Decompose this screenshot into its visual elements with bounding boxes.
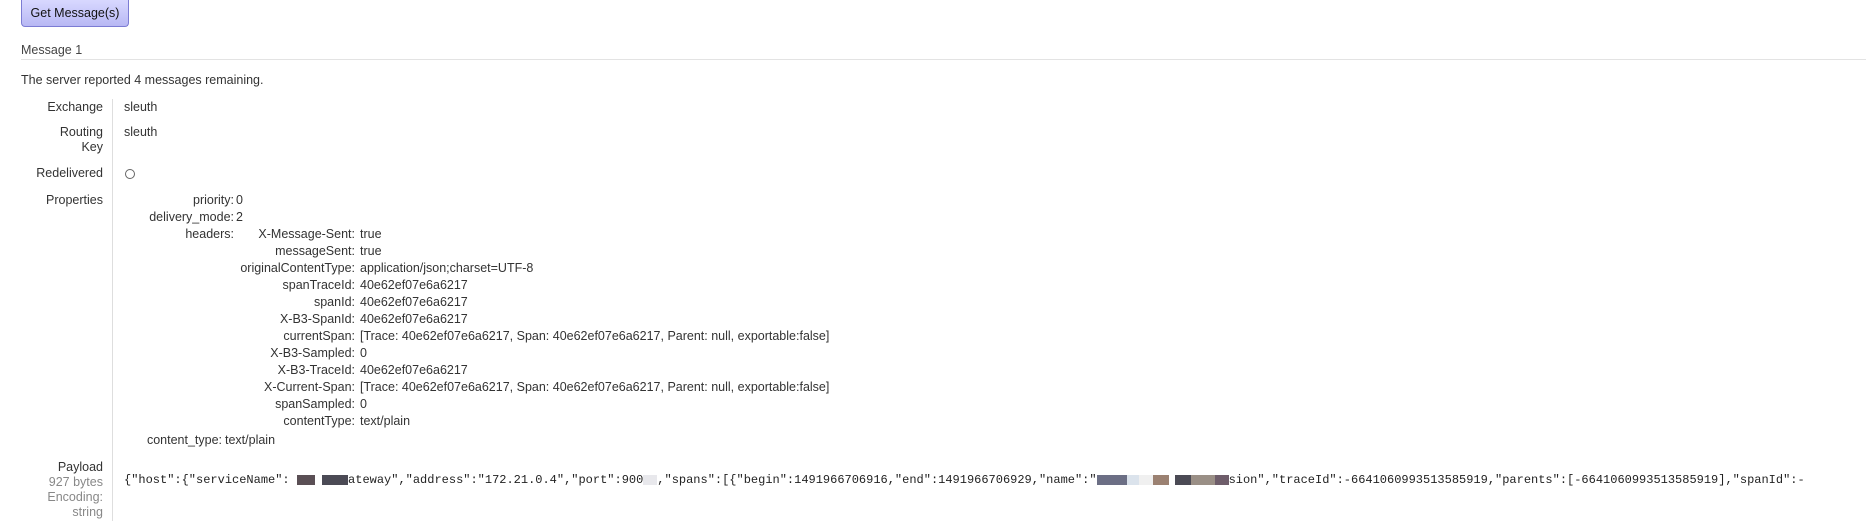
header-key: X-B3-TraceId: xyxy=(277,363,355,377)
header-key: currentSpan: xyxy=(283,329,355,343)
encoding-value: string xyxy=(72,505,103,519)
redelivered-label: Redelivered xyxy=(36,166,103,180)
payload-size: 927 bytes xyxy=(48,475,103,489)
properties-label: Properties xyxy=(46,193,103,207)
header-key: messageSent: xyxy=(275,244,355,258)
header-key: spanSampled: xyxy=(275,397,355,411)
payload-text: sion","traceId":-6641060993513585919,"pa… xyxy=(1228,473,1805,487)
get-messages-button[interactable]: Get Message(s) xyxy=(21,0,129,27)
redelivered-indicator xyxy=(125,169,135,179)
header-key: X-B3-Sampled: xyxy=(270,346,355,360)
header-value: 40e62ef07e6a6217 xyxy=(360,278,468,292)
header-key: X-Message-Sent: xyxy=(258,227,355,241)
messages-remaining-info: The server reported 4 messages remaining… xyxy=(21,73,264,87)
routing-key-value: sleuth xyxy=(124,125,158,139)
redacted-block xyxy=(1138,474,1153,485)
header-key: spanId: xyxy=(313,295,355,309)
payload-content: {"host":{"serviceName": ateway","address… xyxy=(124,473,1866,487)
header-value: [Trace: 40e62ef07e6a6217, Span: 40e62ef0… xyxy=(360,329,830,343)
header-value: application/json;charset=UTF-8 xyxy=(360,261,534,275)
payload-text: ateway","address":"172.21.0.4","port":90… xyxy=(348,473,644,487)
content-type-value: text/plain xyxy=(225,433,276,447)
header-value: 40e62ef07e6a6217 xyxy=(360,295,468,309)
exchange-value: sleuth xyxy=(124,100,158,114)
delivery-mode-value: 2 xyxy=(236,210,243,224)
header-value: 40e62ef07e6a6217 xyxy=(360,312,468,326)
header-key: contentType: xyxy=(283,414,355,428)
redacted-block xyxy=(1152,474,1169,485)
delivery-mode-key: delivery_mode: xyxy=(149,210,234,224)
label-column-divider xyxy=(112,99,113,521)
redacted-block xyxy=(1126,474,1139,485)
content-type-key: content_type: xyxy=(146,433,222,447)
redacted-block xyxy=(1096,474,1127,485)
priority-key: priority: xyxy=(193,193,234,207)
routing-key-label-line1: Routing xyxy=(59,125,103,139)
header-key: spanTraceId: xyxy=(282,278,356,292)
header-value: text/plain xyxy=(360,414,411,428)
header-value: 0 xyxy=(360,346,367,360)
payload-text: ,"spans":[{"begin":1491966706916,"end":1… xyxy=(657,473,1097,487)
redacted-block xyxy=(1174,474,1191,485)
divider xyxy=(21,59,1866,60)
exchange-label: Exchange xyxy=(47,100,103,114)
headers-key: headers: xyxy=(185,227,234,241)
header-value: [Trace: 40e62ef07e6a6217, Span: 40e62ef0… xyxy=(360,380,830,394)
header-value: 40e62ef07e6a6217 xyxy=(360,363,468,377)
header-key: originalContentType: xyxy=(240,261,355,275)
payload-label: Payload xyxy=(57,460,103,474)
payload-text: {"host":{"serviceName": xyxy=(124,473,290,487)
header-key: X-B3-SpanId: xyxy=(279,312,355,326)
redacted-block xyxy=(1190,474,1215,485)
redacted-block xyxy=(643,474,658,485)
redacted-block xyxy=(296,474,315,485)
header-value: true xyxy=(360,227,382,241)
redacted-block xyxy=(322,474,349,485)
message-title: Message 1 xyxy=(21,43,83,57)
routing-key-label-line2: Key xyxy=(81,140,103,154)
header-value: 0 xyxy=(360,397,367,411)
header-key: X-Current-Span: xyxy=(263,380,355,394)
priority-value: 0 xyxy=(236,193,243,207)
header-value: true xyxy=(360,244,382,258)
encoding-label: Encoding: xyxy=(47,490,103,504)
routing-key-label: Routing Key xyxy=(60,125,103,155)
redacted-block xyxy=(1214,474,1229,485)
